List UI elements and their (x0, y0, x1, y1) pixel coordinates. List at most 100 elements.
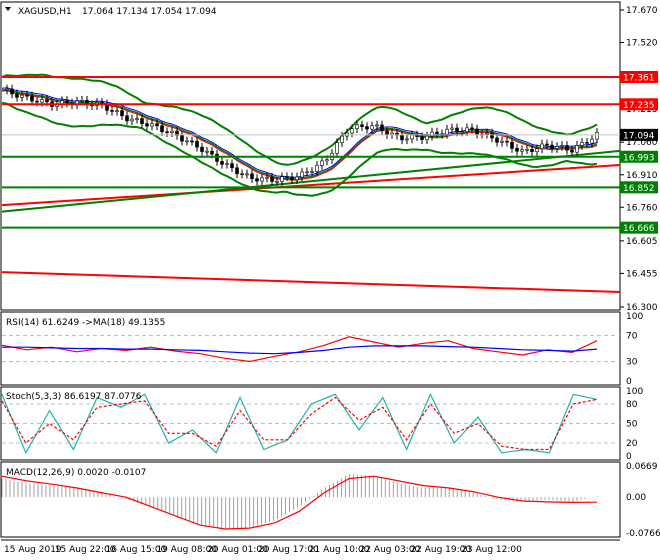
candle-body (205, 150, 209, 153)
candle-body (380, 124, 384, 132)
candle-body (280, 176, 284, 182)
macd-tick-label: -0.0766 (626, 529, 660, 539)
candle-body (230, 163, 234, 169)
macd-tick-label: 0.0669 (626, 462, 658, 472)
candle-body (310, 171, 314, 173)
candle-body (20, 94, 24, 98)
candle-body (560, 145, 564, 147)
candle-body (115, 110, 119, 112)
candle-body (555, 146, 559, 149)
stoch-tick-label: 80 (626, 400, 638, 410)
candle-body (30, 95, 34, 102)
price-tick-label: 16.455 (626, 269, 658, 279)
candle-body (540, 143, 544, 150)
macd-tick-label: 0.00 (626, 493, 646, 503)
candle-body (595, 132, 599, 140)
support-level-label: 16.993 (623, 153, 655, 163)
stoch-tick-label: 100 (626, 387, 643, 397)
candle-body (590, 138, 594, 144)
stoch-title: Stoch(5,3,3) 86.6197 87.0776 (6, 392, 142, 402)
candle-body (585, 142, 589, 144)
candle-body (120, 110, 124, 117)
candle-body (45, 99, 49, 103)
candle-body (10, 88, 14, 95)
time-tick-label: 15 Aug 2019 (4, 545, 62, 555)
candle-body (385, 130, 389, 135)
candle-body (340, 135, 344, 143)
candle-body (550, 144, 554, 149)
resistance-level-label: 17.361 (623, 73, 655, 83)
candle-body (500, 140, 504, 143)
candle-body (530, 149, 534, 153)
candle-body (430, 131, 434, 137)
rsi-tick-label: 0 (626, 377, 632, 387)
candle-body (535, 148, 539, 153)
macd-title: MACD(12,26,9) 0.0020 -0.0107 (6, 468, 146, 478)
candle-body (435, 131, 439, 135)
candle-body (285, 176, 289, 178)
ma-fast (1, 87, 598, 178)
candle-body (225, 163, 229, 165)
stoch-tick-label: 20 (626, 439, 638, 449)
candle-body (460, 131, 464, 134)
candle-body (325, 159, 329, 162)
candle-body (195, 140, 199, 148)
candle-body (575, 145, 579, 153)
candle-body (235, 167, 239, 175)
candle-body (180, 135, 184, 142)
candle-body (410, 134, 414, 140)
candle-body (350, 128, 354, 134)
candle-body (450, 127, 454, 130)
candle-body (335, 142, 339, 154)
candle-body (305, 171, 309, 174)
candle-body (495, 137, 499, 143)
candle-body (255, 178, 259, 182)
candle-body (295, 176, 299, 180)
candle-body (170, 130, 174, 134)
candle-body (250, 173, 254, 179)
dropdown-triangle-icon (5, 7, 11, 11)
candle-body (390, 132, 394, 135)
candle-body (405, 138, 409, 141)
candle-body (290, 176, 294, 180)
candle-body (475, 128, 479, 135)
candle-body (145, 123, 149, 127)
candle-body (80, 100, 84, 102)
current-price-label: 17.094 (623, 131, 655, 141)
time-tick-label: 23 Aug 12:00 (461, 545, 522, 555)
candle-body (260, 177, 264, 182)
rsi-title: RSI(14) 61.6249 ->MA(18) 49.1355 (6, 318, 165, 328)
candle-body (185, 140, 189, 143)
trading-chart: 17.67017.52017.21317.06016.91016.76016.6… (0, 1, 660, 555)
candle-body (15, 93, 19, 98)
candle-body (240, 173, 244, 176)
candle-body (400, 134, 404, 141)
price-tick-label: 16.605 (626, 237, 658, 247)
candle-body (525, 149, 529, 151)
candle-body (210, 150, 214, 155)
candle-body (455, 127, 459, 133)
candle-body (265, 176, 269, 179)
candle-body (220, 161, 224, 165)
price-tick-label: 16.910 (626, 171, 658, 181)
stoch-tick-label: 0 (626, 452, 632, 462)
chart-symbol-header: XAGUSD,H1 (18, 7, 72, 17)
candle-body (35, 100, 39, 103)
candle-body (510, 141, 514, 149)
candle-body (565, 145, 569, 151)
candle-body (445, 128, 449, 135)
candle-body (545, 143, 549, 146)
support-level-label: 16.666 (623, 224, 655, 234)
candle-body (490, 132, 494, 139)
candle-body (320, 160, 324, 166)
candle-body (315, 165, 319, 172)
candle-body (135, 118, 139, 120)
candle-body (580, 142, 584, 146)
candle-body (65, 100, 69, 104)
candle-body (505, 140, 509, 143)
candle-body (420, 136, 424, 140)
candle-body (140, 118, 144, 124)
candle-body (130, 118, 134, 122)
support-level-label: 16.852 (623, 184, 655, 194)
candle-body (40, 99, 44, 103)
